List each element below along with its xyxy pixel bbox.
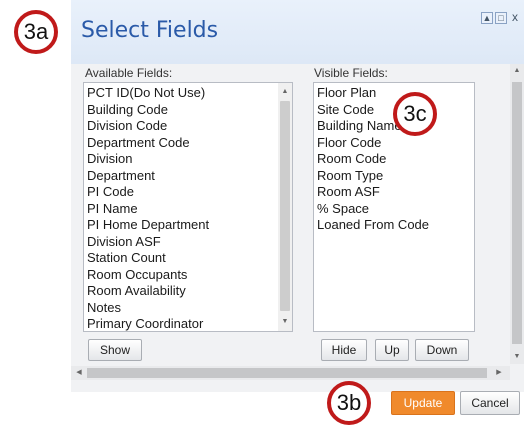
visible-field-item[interactable]: Room Type xyxy=(314,168,474,185)
show-button[interactable]: Show xyxy=(88,339,142,361)
available-field-item[interactable]: Room Availability xyxy=(84,283,292,300)
callout-3c: 3c xyxy=(393,92,437,136)
available-field-item[interactable]: PI Name xyxy=(84,201,292,218)
visible-field-item[interactable]: Loaned From Code xyxy=(314,217,474,234)
available-field-item[interactable]: Department Code xyxy=(84,135,292,152)
visible-field-item[interactable]: Room ASF xyxy=(314,184,474,201)
maximize-icon[interactable]: □ xyxy=(495,12,507,24)
scroll-right-icon[interactable]: ▶ xyxy=(493,366,505,380)
callout-3a: 3a xyxy=(14,10,58,54)
visible-field-item[interactable]: Floor Plan xyxy=(314,85,474,102)
scrollbar-thumb[interactable] xyxy=(512,82,522,344)
available-field-item[interactable]: Notes xyxy=(84,300,292,317)
dialog-title: Select Fields xyxy=(81,18,219,43)
dialog-titlebar[interactable]: Select Fields ▲ □ x xyxy=(71,0,524,64)
visible-field-item[interactable]: Room Code xyxy=(314,151,474,168)
scroll-down-icon[interactable]: ▼ xyxy=(278,315,292,329)
scroll-up-icon[interactable]: ▲ xyxy=(510,64,524,78)
visible-field-item[interactable]: % Space xyxy=(314,201,474,218)
available-field-item[interactable]: PI Code xyxy=(84,184,292,201)
available-field-item[interactable]: Primary Coordinator xyxy=(84,316,292,331)
available-fields-scrollbar[interactable]: ▲ ▼ xyxy=(278,83,292,331)
available-field-item[interactable]: Room Occupants xyxy=(84,267,292,284)
visible-field-item[interactable]: Floor Code xyxy=(314,135,474,152)
available-field-item[interactable]: Division xyxy=(84,151,292,168)
available-field-item[interactable]: PCT ID(Do Not Use) xyxy=(84,85,292,102)
down-button[interactable]: Down xyxy=(415,339,469,361)
available-field-item[interactable]: Division Code xyxy=(84,118,292,135)
scroll-down-icon[interactable]: ▼ xyxy=(510,350,524,364)
scrollbar-thumb[interactable] xyxy=(280,101,290,311)
scrollbar-thumb[interactable] xyxy=(87,368,487,378)
close-icon[interactable]: x xyxy=(509,11,521,24)
hide-button[interactable]: Hide xyxy=(321,339,367,361)
scroll-left-icon[interactable]: ◀ xyxy=(73,366,85,380)
dialog-vertical-scrollbar[interactable]: ▲ ▼ xyxy=(510,64,524,364)
dialog-horizontal-scrollbar[interactable]: ◀ ▶ xyxy=(71,366,510,380)
available-fields-label: Available Fields: xyxy=(85,66,173,80)
visible-fields-label: Visible Fields: xyxy=(314,66,388,80)
callout-3b: 3b xyxy=(327,381,371,425)
available-field-item[interactable]: Building Code xyxy=(84,102,292,119)
available-field-item[interactable]: Division ASF xyxy=(84,234,292,251)
update-button[interactable]: Update xyxy=(391,391,455,415)
restore-icon[interactable]: ▲ xyxy=(481,12,493,24)
available-field-item[interactable]: PI Home Department xyxy=(84,217,292,234)
scroll-up-icon[interactable]: ▲ xyxy=(278,85,292,99)
select-fields-dialog: Select Fields ▲ □ x Available Fields: PC… xyxy=(71,0,524,392)
available-fields-list[interactable]: PCT ID(Do Not Use) Building Code Division … xyxy=(83,82,293,332)
up-button[interactable]: Up xyxy=(375,339,409,361)
available-field-item[interactable]: Station Count xyxy=(84,250,292,267)
available-field-item[interactable]: Department xyxy=(84,168,292,185)
cancel-button[interactable]: Cancel xyxy=(460,391,520,415)
